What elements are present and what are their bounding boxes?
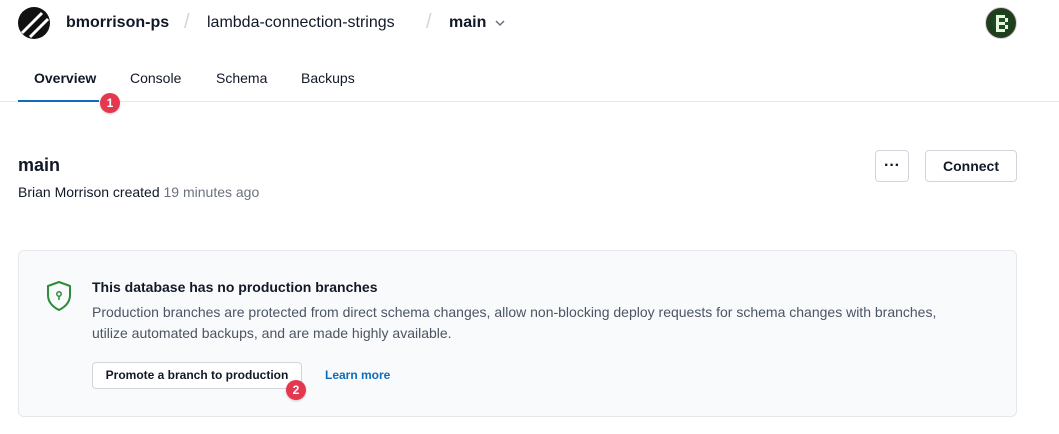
branch-time: 19 minutes ago [163,184,260,200]
chevron-down-icon[interactable] [494,16,506,28]
more-options-button[interactable]: ··· [875,150,909,182]
breadcrumb-branch[interactable]: main [449,13,486,33]
tab-overview[interactable]: Overview [34,70,96,86]
top-bar: bmorrison-ps / lambda-connection-strings… [0,0,1059,46]
active-tab-indicator [18,100,99,102]
breadcrumb-separator: / [184,11,190,33]
production-branch-notice: This database has no production branches… [18,250,1017,417]
branch-author: Brian Morrison [18,184,110,200]
tab-schema[interactable]: Schema [216,70,267,86]
tab-backups[interactable]: Backups [301,70,355,86]
branch-action: created [112,184,160,200]
avatar-pattern-icon [996,15,1008,32]
notice-description: Production branches are protected from d… [92,304,937,341]
step-badge-2: 2 [286,380,306,400]
connect-button[interactable]: Connect [925,150,1017,182]
tab-bar: Overview Console Schema Backups [0,56,1059,102]
branch-meta: Brian Morrison created 19 minutes ago [18,184,259,200]
branch-title: main [18,155,61,175]
shield-icon [45,280,73,312]
tab-console[interactable]: Console [130,70,181,86]
promote-branch-button[interactable]: Promote a branch to production [92,362,302,389]
breadcrumb-org[interactable]: bmorrison-ps [66,13,169,33]
breadcrumb-database[interactable]: lambda-connection-strings [207,13,395,33]
learn-more-link[interactable]: Learn more [325,368,390,382]
breadcrumb-separator: / [426,11,432,33]
user-avatar[interactable] [985,7,1017,39]
step-badge-1: 1 [100,93,120,113]
notice-title: This database has no production branches [92,279,378,295]
planetscale-logo-icon[interactable] [18,7,50,39]
